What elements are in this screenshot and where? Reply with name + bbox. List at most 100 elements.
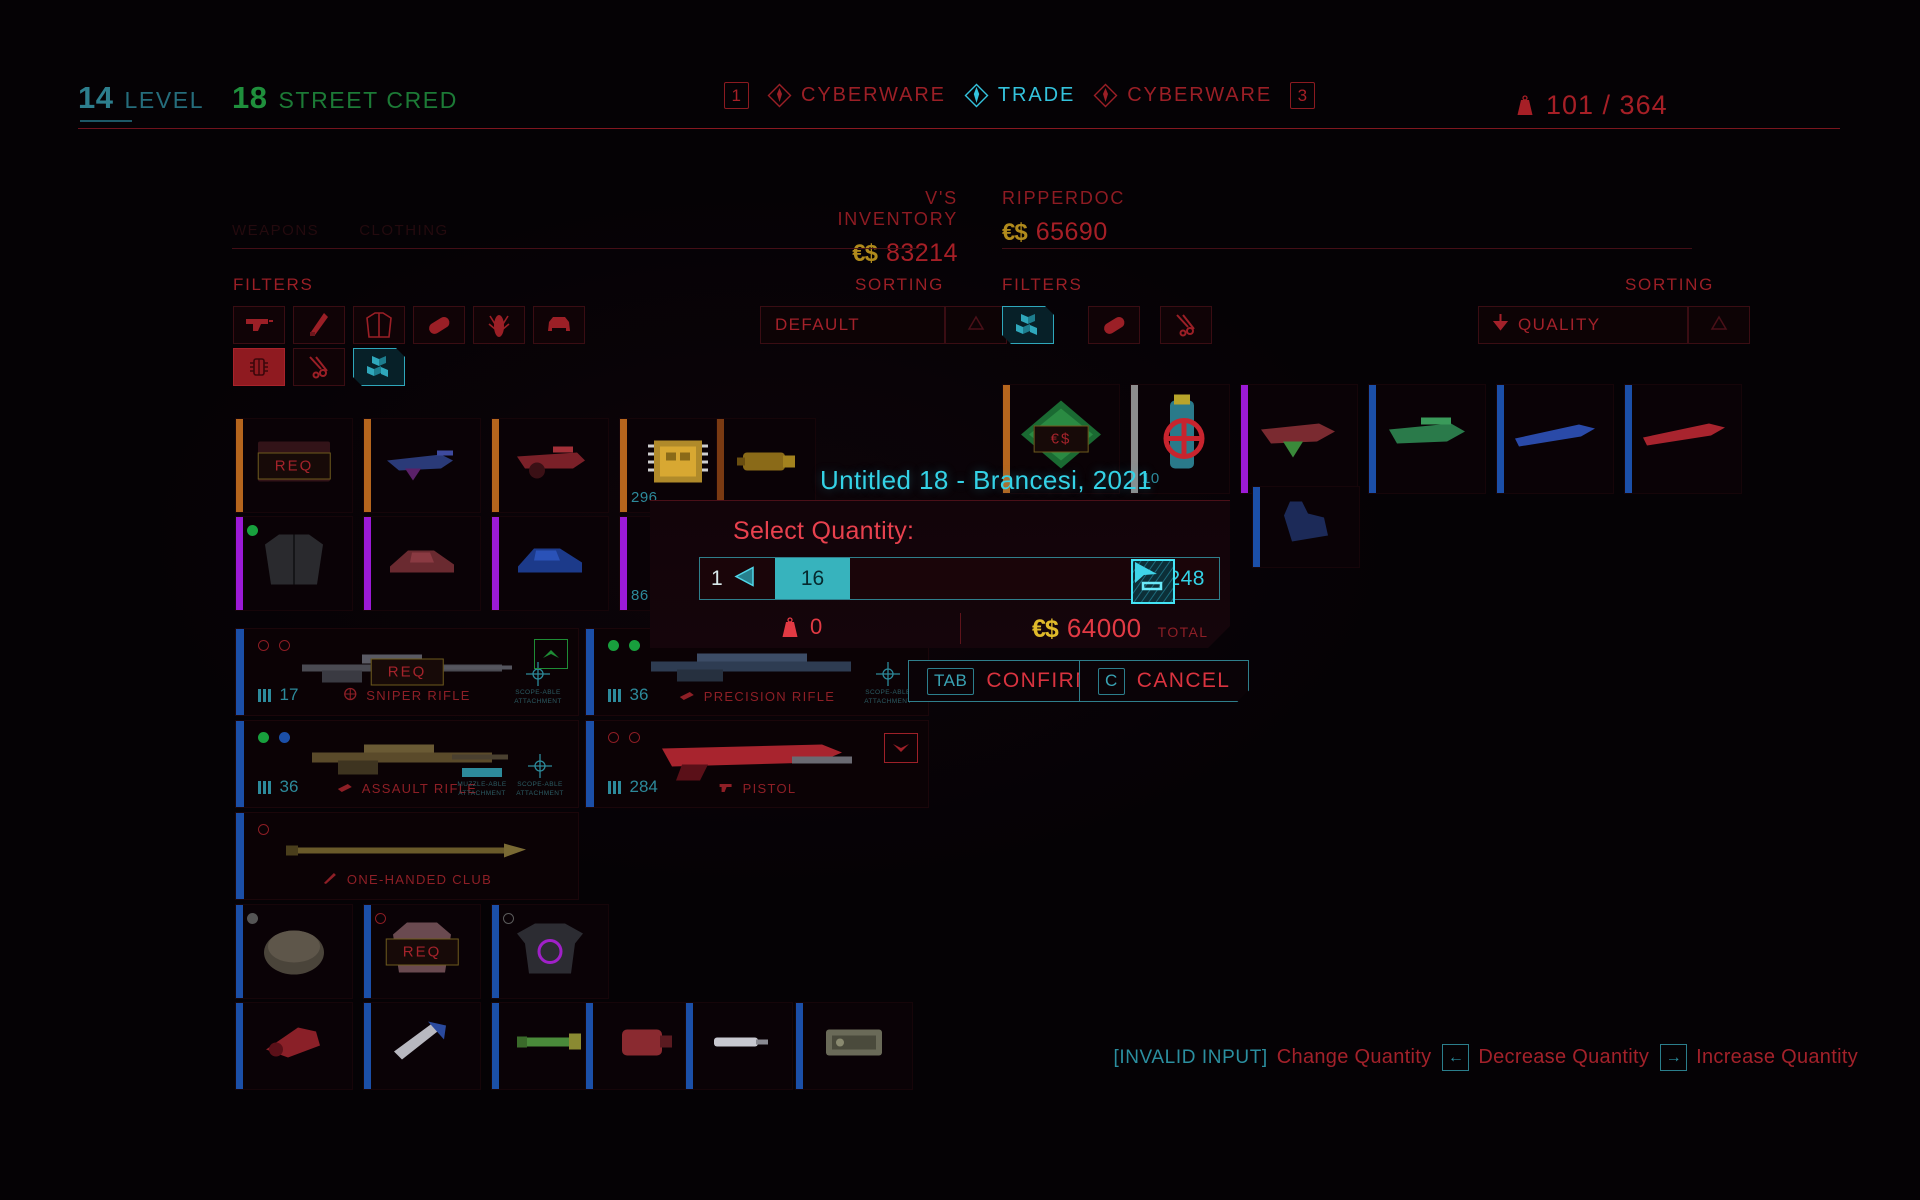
right-sort-dropdown[interactable]: QUALITY	[1478, 306, 1688, 344]
grid-item-weapon-blue[interactable]	[363, 418, 481, 513]
rarity-stripe	[586, 629, 594, 715]
grid-item-tool-red[interactable]	[235, 1002, 353, 1090]
item-thumbnail	[642, 430, 714, 497]
grid-item-glove[interactable]	[1252, 486, 1360, 568]
filter-weapons-ranged[interactable]	[233, 306, 285, 344]
grid-item-vest[interactable]: REQ	[363, 904, 481, 999]
filter-weapons-melee[interactable]	[293, 306, 345, 344]
arrow-right-key-icon: →	[1660, 1044, 1688, 1071]
right-sort-value: QUALITY	[1518, 315, 1601, 334]
grid-item-device[interactable]	[795, 1002, 913, 1090]
cancel-button[interactable]: C CANCEL	[1079, 660, 1249, 702]
item-thumbnail	[610, 1020, 678, 1069]
grid-item-gun-green[interactable]	[1240, 384, 1358, 494]
left-sort-direction-button[interactable]	[945, 306, 1007, 344]
item-mod-slots	[375, 913, 386, 924]
left-sort-dropdown[interactable]: DEFAULT	[760, 306, 945, 344]
attachment-label: SCOPE-ABLE ATTACHMENT	[864, 689, 912, 706]
req-badge: REQ	[257, 452, 331, 479]
carry-weight-value: 101 / 364	[1546, 90, 1668, 120]
item-row-pistol[interactable]: 284 PISTOL	[585, 720, 929, 808]
v-inventory-money-value: 83214	[885, 239, 958, 267]
modal-total-price: €$ 64000 TOTAL	[1032, 613, 1208, 644]
item-type-label: PISTOL	[742, 781, 797, 796]
tab-cyberware-left[interactable]: CYBERWARE	[767, 83, 946, 108]
left-sort-value: DEFAULT	[775, 315, 861, 334]
grid-item-knife-blue[interactable]	[1496, 384, 1614, 494]
filter-junk-right[interactable]	[1002, 306, 1054, 344]
filter-consumables-right[interactable]	[1088, 306, 1140, 344]
filter-cyberware[interactable]	[233, 348, 285, 386]
confirm-key-badge: TAB	[927, 668, 974, 695]
item-damage: 17	[258, 685, 298, 705]
item-mod-slots	[258, 824, 269, 835]
currency-badge: €$	[1033, 425, 1089, 453]
grid-item-helmet[interactable]	[235, 904, 353, 999]
capsule-icon	[425, 313, 453, 337]
chip-icon	[247, 355, 271, 379]
filter-crafting-right[interactable]	[1160, 306, 1212, 344]
grid-item-gun-teal[interactable]	[1368, 384, 1486, 494]
grid-item-weapon-red[interactable]	[491, 418, 609, 513]
filter-clothing[interactable]	[353, 306, 405, 344]
input-hints-bar: [INVALID INPUT] Change Quantity ← Decrea…	[1113, 1044, 1858, 1071]
mod-slot-dot	[629, 732, 640, 743]
ghost-tab-clothing[interactable]: CLOTHING	[359, 222, 449, 239]
ghost-tab-weapons[interactable]: WEAPONS	[232, 222, 319, 239]
item-row-assault-rifle[interactable]: 36 ASSAULT RIFLE MUZZLE-ABLE ATTACHMENT …	[235, 720, 579, 808]
top-hud-bar: 14 LEVEL 18 STREET CRED 1 CYBERWARE TRAD…	[0, 0, 1920, 135]
filter-grenades[interactable]	[473, 306, 525, 344]
top-divider	[78, 128, 1840, 129]
hint-decrease-quantity: ← Decrease Quantity	[1442, 1044, 1649, 1071]
grid-item-syringe[interactable]	[685, 1002, 793, 1090]
attachment-slot[interactable]: SCOPE-ABLE ATTACHMENT	[514, 753, 566, 799]
quantity-min-value: 1	[711, 566, 723, 590]
carry-weight-indicator: 101 / 364	[1515, 90, 1668, 121]
tab-trade[interactable]: TRADE	[964, 83, 1075, 108]
grid-item-tshirt[interactable]	[491, 904, 609, 999]
attachment-slot[interactable]: MUZZLE-ABLE ATTACHMENT	[456, 768, 508, 799]
equip-upgrade-indicator	[534, 639, 568, 669]
grid-item-jacket[interactable]	[235, 516, 353, 611]
rarity-stripe	[796, 1003, 803, 1089]
req-badge: REQ	[370, 658, 444, 686]
item-row-one-handed-club[interactable]: ONE-HANDED CLUB	[235, 812, 579, 900]
decrease-arrow-icon[interactable]	[733, 564, 757, 593]
capsule-icon	[1100, 313, 1128, 337]
attachment-slot[interactable]: SCOPE-ABLE ATTACHMENT	[862, 661, 914, 707]
hint-key-label: [INVALID INPUT]	[1113, 1046, 1268, 1068]
mod-slot-dot	[375, 913, 386, 924]
right-sort-direction-button[interactable]	[1688, 306, 1750, 344]
triangle-icon	[1710, 315, 1728, 336]
grid-item-req-card[interactable]: REQ	[235, 418, 353, 513]
filter-consumables[interactable]	[413, 306, 465, 344]
blade-icon	[308, 312, 330, 338]
grid-item-tool-blue[interactable]	[363, 1002, 481, 1090]
grid-item-sneaker[interactable]	[491, 516, 609, 611]
filter-junk[interactable]	[353, 348, 405, 386]
level-value: 14	[78, 80, 114, 115]
modal-total-label: TOTAL	[1157, 624, 1209, 640]
ripperdoc-title: RIPPERDOC	[1002, 188, 1126, 208]
mod-slot-dot	[258, 640, 269, 651]
filter-vehicles[interactable]	[533, 306, 585, 344]
quantity-current-value: 16	[800, 566, 825, 590]
damage-bars-icon	[258, 780, 271, 794]
left-filters-label: FILTERS	[233, 275, 314, 294]
item-row-sniper-rifle[interactable]: REQ 17 SNIPER RIFLE SCOPE-ABLE ATTACHMEN…	[235, 628, 579, 716]
rarity-stripe	[492, 419, 499, 512]
tab-cyberware-right[interactable]: CYBERWARE	[1093, 83, 1272, 108]
item-thumbnail	[1637, 415, 1729, 458]
grid-item-cylinder[interactable]	[716, 418, 816, 513]
modal-total-value: 64000	[1066, 613, 1142, 643]
filter-crafting[interactable]	[293, 348, 345, 386]
item-thumbnail	[706, 1024, 772, 1065]
damage-bars-icon	[608, 688, 621, 702]
item-thumbnail	[1381, 411, 1473, 462]
grid-item-knife-red[interactable]	[1624, 384, 1742, 494]
triangle-icon	[967, 315, 985, 336]
rarity-stripe	[364, 419, 371, 512]
rarity-stripe	[364, 517, 371, 610]
damage-value: 36	[279, 777, 299, 796]
grid-item-shoes[interactable]	[363, 516, 481, 611]
